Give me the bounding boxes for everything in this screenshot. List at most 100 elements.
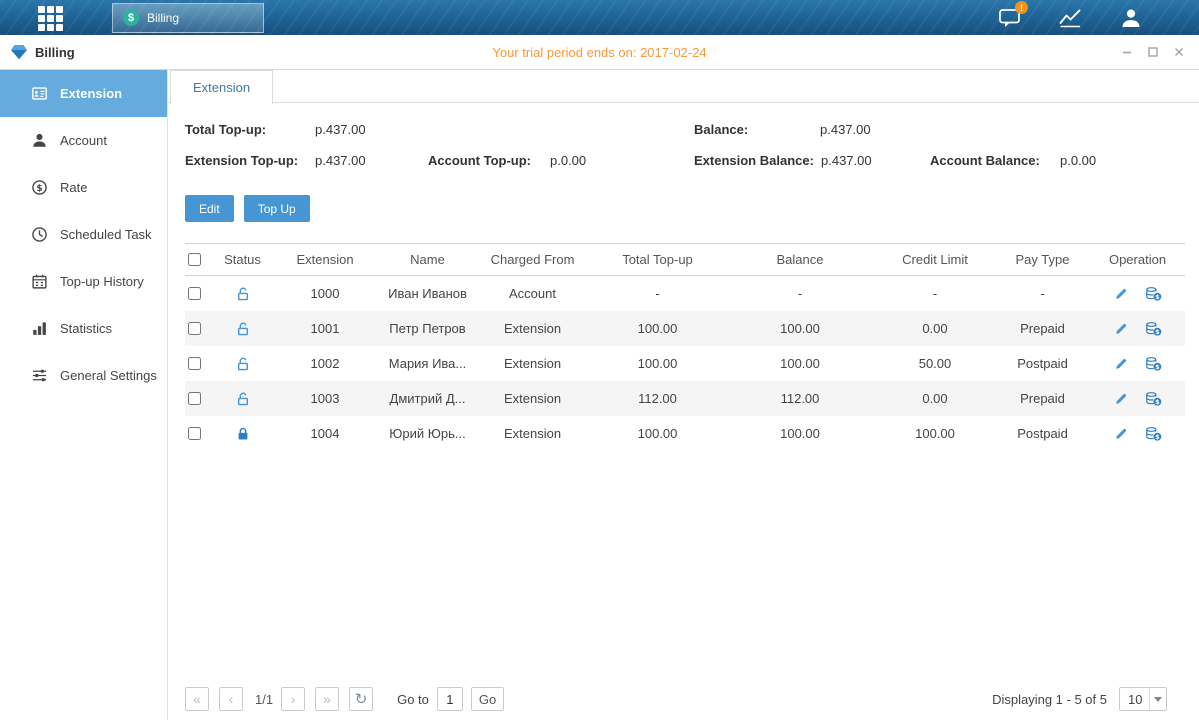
sidebar-nav: Extension Account $ Rate Scheduled Task …	[0, 70, 168, 720]
topup-icon[interactable]: $	[1145, 286, 1162, 302]
column-header-extension: Extension	[270, 252, 380, 267]
sidebar-item-top-up-history[interactable]: Top-up History	[0, 258, 167, 305]
last-page-icon[interactable]: »	[315, 687, 339, 711]
cell-total-topup: 100.00	[590, 321, 725, 336]
edit-icon[interactable]	[1114, 426, 1129, 441]
total-topup-label: Total Top-up:	[185, 122, 266, 137]
cell-extension: 1001	[270, 321, 380, 336]
row-checkbox[interactable]	[188, 322, 201, 335]
close-icon	[1173, 46, 1185, 58]
table-row[interactable]: 1001 Петр Петров Extension 100.00 100.00…	[185, 311, 1185, 346]
svg-text:$: $	[1155, 433, 1160, 441]
cell-balance: -	[725, 286, 875, 301]
sidebar-item-extension[interactable]: Extension	[0, 70, 167, 117]
balance-label: Balance:	[694, 122, 748, 137]
column-header-balance: Balance	[725, 252, 875, 267]
cell-total-topup: -	[590, 286, 725, 301]
goto-page-input[interactable]	[437, 687, 463, 711]
edit-icon[interactable]	[1114, 356, 1129, 371]
cell-name: Юрий Юрь...	[380, 426, 475, 441]
select-all-checkbox[interactable]	[188, 253, 201, 266]
cell-operation: $	[1090, 426, 1185, 442]
apps-menu-icon[interactable]	[38, 6, 63, 31]
cell-pay-type: -	[995, 286, 1090, 301]
maximize-button[interactable]	[1145, 44, 1161, 60]
first-page-icon[interactable]: «	[185, 687, 209, 711]
edit-button[interactable]: Edit	[185, 195, 234, 222]
unlocked-icon	[235, 391, 251, 407]
topbar-billing-tab[interactable]: $ Billing	[112, 3, 264, 33]
line-chart-icon	[1058, 7, 1084, 29]
row-checkbox[interactable]	[188, 392, 201, 405]
prev-page-icon[interactable]: ‹	[219, 687, 243, 711]
svg-text:$: $	[1155, 398, 1160, 406]
titlebar: Billing Your trial period ends on: 2017-…	[0, 35, 1199, 70]
sidebar-item-statistics[interactable]: Statistics	[0, 305, 167, 352]
sidebar-item-general-settings[interactable]: General Settings	[0, 352, 167, 399]
cell-operation: $	[1090, 321, 1185, 337]
account-topup-label: Account Top-up:	[428, 153, 531, 168]
refresh-icon[interactable]: ↻	[349, 687, 373, 711]
cell-charged-from: Extension	[475, 356, 590, 371]
extension-module-icon	[30, 85, 48, 103]
tab-strip: Extension	[168, 70, 1199, 103]
page-size-select[interactable]: 10	[1119, 687, 1167, 711]
column-header-charged-from: Charged From	[475, 252, 590, 267]
user-account-button[interactable]	[1118, 5, 1144, 31]
statistics-icon	[30, 320, 48, 338]
topup-icon[interactable]: $	[1145, 426, 1162, 442]
topup-icon[interactable]: $	[1145, 321, 1162, 337]
table-row[interactable]: 1004 Юрий Юрь... Extension 100.00 100.00…	[185, 416, 1185, 451]
extension-balance-label: Extension Balance:	[694, 153, 814, 168]
reports-button[interactable]	[1058, 5, 1084, 31]
pager-right: Displaying 1 - 5 of 5 10	[992, 687, 1167, 711]
row-checkbox-cell	[185, 357, 215, 370]
edit-icon[interactable]	[1114, 391, 1129, 406]
column-header-pay-type: Pay Type	[995, 252, 1090, 267]
cell-total-topup: 112.00	[590, 391, 725, 406]
general-settings-icon	[30, 367, 48, 385]
account-balance-label: Account Balance:	[930, 153, 1040, 168]
row-checkbox[interactable]	[188, 357, 201, 370]
top-up-button[interactable]: Top Up	[244, 195, 310, 222]
notifications-button[interactable]: !	[997, 5, 1023, 31]
app-title-text: Billing	[35, 45, 75, 60]
sidebar-item-scheduled-task[interactable]: Scheduled Task	[0, 211, 167, 258]
table-row[interactable]: 1003 Дмитрий Д... Extension 112.00 112.0…	[185, 381, 1185, 416]
cell-balance: 100.00	[725, 426, 875, 441]
svg-text:$: $	[36, 184, 42, 194]
go-button[interactable]: Go	[471, 687, 504, 711]
tab-extension[interactable]: Extension	[170, 70, 273, 104]
cell-balance: 112.00	[725, 391, 875, 406]
row-checkbox[interactable]	[188, 427, 201, 440]
billing-logo-icon	[10, 44, 28, 60]
next-page-icon[interactable]: ›	[281, 687, 305, 711]
cell-charged-from: Extension	[475, 321, 590, 336]
cell-total-topup: 100.00	[590, 356, 725, 371]
topbar: $ Billing !	[0, 0, 1199, 35]
table-row[interactable]: 1000 Иван Иванов Account - - - - $	[185, 276, 1185, 311]
sidebar-item-account[interactable]: Account	[0, 117, 167, 164]
cell-status	[215, 391, 270, 407]
topup-icon[interactable]: $	[1145, 391, 1162, 407]
cell-name: Иван Иванов	[380, 286, 475, 301]
balance-value: p.437.00	[820, 122, 871, 137]
window-controls	[1119, 35, 1187, 69]
edit-icon[interactable]	[1114, 286, 1129, 301]
topup-icon[interactable]: $	[1145, 356, 1162, 372]
cell-total-topup: 100.00	[590, 426, 725, 441]
account-topup-value: p.0.00	[550, 153, 586, 168]
table-row[interactable]: 1002 Мария Ива... Extension 100.00 100.0…	[185, 346, 1185, 381]
row-checkbox[interactable]	[188, 287, 201, 300]
cell-pay-type: Prepaid	[995, 391, 1090, 406]
billing-summary: Total Top-up: p.437.00 Balance: p.437.00…	[168, 114, 1199, 186]
minimize-icon	[1121, 46, 1133, 58]
cell-status	[215, 286, 270, 302]
minimize-button[interactable]	[1119, 44, 1135, 60]
cell-name: Мария Ива...	[380, 356, 475, 371]
locked-icon	[235, 426, 251, 442]
edit-icon[interactable]	[1114, 321, 1129, 336]
close-button[interactable]	[1171, 44, 1187, 60]
sidebar-item-rate[interactable]: $ Rate	[0, 164, 167, 211]
trial-notice: Your trial period ends on: 2017-02-24	[0, 35, 1199, 69]
